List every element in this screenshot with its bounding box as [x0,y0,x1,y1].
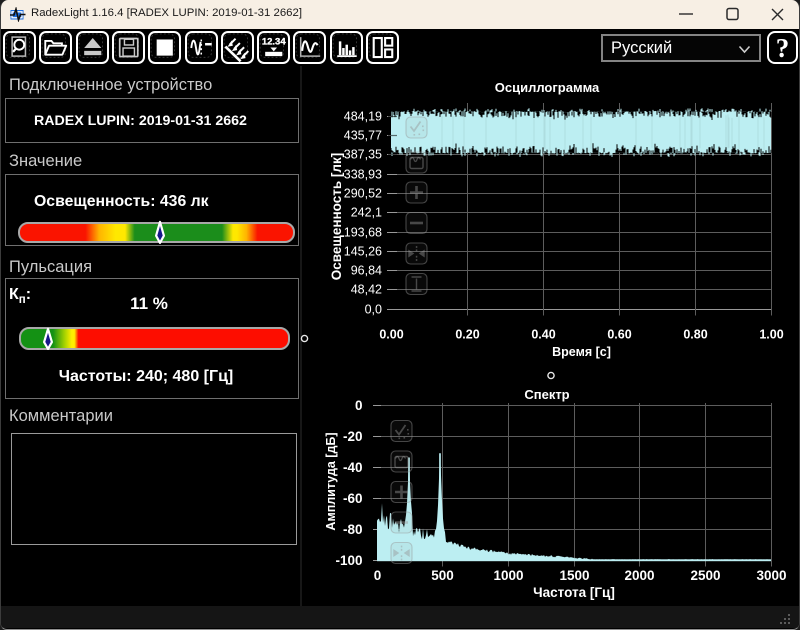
svg-text:Амплитуда [дБ]: Амплитуда [дБ] [324,432,338,530]
svg-text:0,0: 0,0 [365,303,382,317]
svg-text:290,52: 290,52 [344,187,382,201]
svg-text:242,1: 242,1 [351,206,382,220]
svg-text:Спектр: Спектр [524,387,569,402]
svg-text:-40: -40 [343,460,363,475]
svg-text:-60: -60 [343,491,363,506]
svg-text:2000: 2000 [624,568,654,583]
svg-text:48,42: 48,42 [351,283,382,297]
svg-text:338,93: 338,93 [344,168,382,182]
svg-text:3000: 3000 [756,568,786,583]
svg-text:1.00: 1.00 [759,328,783,342]
svg-text:0.40: 0.40 [531,328,555,342]
svg-text:Время [с]: Время [с] [552,345,611,359]
svg-text:0: 0 [374,568,382,583]
svg-text:0: 0 [355,398,363,413]
svg-text:-80: -80 [343,522,363,537]
svg-text:Осциллограмма: Осциллограмма [495,80,600,95]
svg-text:435,77: 435,77 [344,129,382,143]
svg-text:-20: -20 [343,429,363,444]
svg-text:Частота [Гц]: Частота [Гц] [533,585,615,600]
svg-text:96,84: 96,84 [351,264,382,278]
svg-text:-100: -100 [335,553,362,568]
svg-text:0.00: 0.00 [379,328,403,342]
svg-text:0.80: 0.80 [683,328,707,342]
svg-text:193,68: 193,68 [344,226,382,240]
svg-text:484,19: 484,19 [344,110,382,124]
svg-text:500: 500 [431,568,454,583]
svg-text:Освещенность [лк]: Освещенность [лк] [329,153,344,280]
svg-text:145,26: 145,26 [344,245,382,259]
svg-text:2500: 2500 [690,568,720,583]
svg-text:387,35: 387,35 [344,148,382,162]
svg-text:0.60: 0.60 [607,328,631,342]
svg-text:1000: 1000 [493,568,523,583]
svg-text:0.20: 0.20 [455,328,479,342]
svg-text:1500: 1500 [559,568,589,583]
